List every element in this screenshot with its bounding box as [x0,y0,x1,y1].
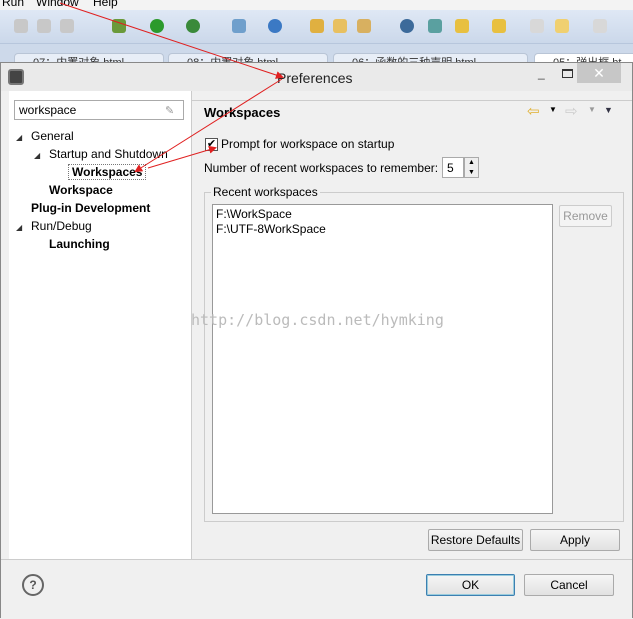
annotation-arrow [147,145,217,169]
annotation-arrow [59,2,284,79]
annotation-arrow [134,78,283,173]
annotation-arrows [59,2,284,173]
